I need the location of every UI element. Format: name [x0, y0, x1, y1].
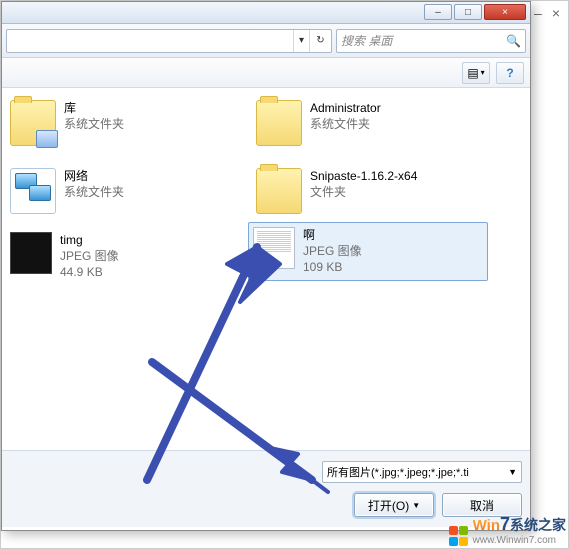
- view-button[interactable]: ▤▾: [462, 62, 490, 84]
- watermark-url: www.Winwin7.com: [473, 535, 566, 546]
- outer-window-controls: – ×: [534, 5, 560, 21]
- refresh-icon[interactable]: ↻: [309, 30, 331, 52]
- toolbar: ▤▾ ?: [2, 58, 530, 88]
- search-input[interactable]: 搜索 桌面 🔍: [336, 29, 526, 53]
- outer-close-icon[interactable]: ×: [552, 5, 560, 21]
- item-size: 44.9 KB: [60, 264, 119, 280]
- minimize-button[interactable]: –: [424, 4, 452, 20]
- item-size: 109 KB: [303, 259, 362, 275]
- image-thumbnail-icon: [10, 232, 52, 274]
- item-name: timg: [60, 232, 119, 248]
- item-type: 系统文件夹: [310, 116, 381, 132]
- open-button[interactable]: 打开(O)▼: [354, 493, 434, 517]
- libraries-icon: [10, 100, 56, 146]
- help-button[interactable]: ?: [496, 62, 524, 84]
- item-name: 网络: [64, 168, 124, 184]
- list-item[interactable]: timg JPEG 图像 44.9 KB: [6, 228, 123, 285]
- network-icon: [10, 168, 56, 214]
- close-button[interactable]: ×: [484, 4, 526, 20]
- location-dropdown-icon[interactable]: ▾: [293, 30, 309, 52]
- watermark: Win7系统之家 www.Winwin7.com: [449, 514, 566, 546]
- folder-icon: [256, 168, 302, 214]
- item-type: JPEG 图像: [60, 248, 119, 264]
- chevron-down-icon: ▼: [508, 467, 517, 477]
- item-name: 啊: [303, 227, 362, 243]
- list-item[interactable]: Snipaste-1.16.2-x64 文件夹: [252, 164, 421, 218]
- search-placeholder: 搜索 桌面: [341, 32, 506, 49]
- list-item-selected[interactable]: 啊 JPEG 图像 109 KB: [248, 222, 488, 281]
- list-item[interactable]: 库 系统文件夹: [6, 96, 128, 150]
- maximize-button[interactable]: □: [454, 4, 482, 20]
- background-window: – × – □ × ▾ ↻ 搜索 桌面 🔍 ▤▾ ?: [0, 0, 569, 549]
- list-item[interactable]: 网络 系统文件夹: [6, 164, 128, 218]
- watermark-text: Win: [473, 517, 500, 534]
- list-item[interactable]: Administrator 系统文件夹: [252, 96, 385, 150]
- outer-minimize-icon[interactable]: –: [534, 5, 542, 21]
- file-type-filter[interactable]: 所有图片(*.jpg;*.jpeg;*.jpe;*.ti ▼: [322, 461, 522, 483]
- item-name: Administrator: [310, 100, 381, 116]
- item-type: JPEG 图像: [303, 243, 362, 259]
- user-folder-icon: [256, 100, 302, 146]
- file-list[interactable]: 库 系统文件夹 网络 系统文件夹 timg JPEG 图像 44.9 KB: [2, 88, 530, 450]
- filter-text: 所有图片(*.jpg;*.jpeg;*.jpe;*.ti: [327, 464, 469, 480]
- file-open-dialog: – □ × ▾ ↻ 搜索 桌面 🔍 ▤▾ ? 库 系统文件夹: [1, 1, 531, 531]
- chevron-down-icon: ▼: [412, 501, 420, 510]
- image-thumbnail-icon: [253, 227, 295, 269]
- item-type: 系统文件夹: [64, 184, 124, 200]
- titlebar: – □ ×: [2, 2, 530, 24]
- windows-logo-icon: [449, 526, 469, 546]
- navigation-bar: ▾ ↻ 搜索 桌面 🔍: [2, 24, 530, 58]
- item-name: 库: [64, 100, 124, 116]
- location-bar[interactable]: ▾ ↻: [6, 29, 332, 53]
- view-icon: ▤: [467, 66, 478, 80]
- item-type: 系统文件夹: [64, 116, 124, 132]
- item-type: 文件夹: [310, 184, 417, 200]
- item-name: Snipaste-1.16.2-x64: [310, 168, 417, 184]
- search-icon: 🔍: [506, 34, 521, 48]
- help-icon: ?: [506, 66, 513, 80]
